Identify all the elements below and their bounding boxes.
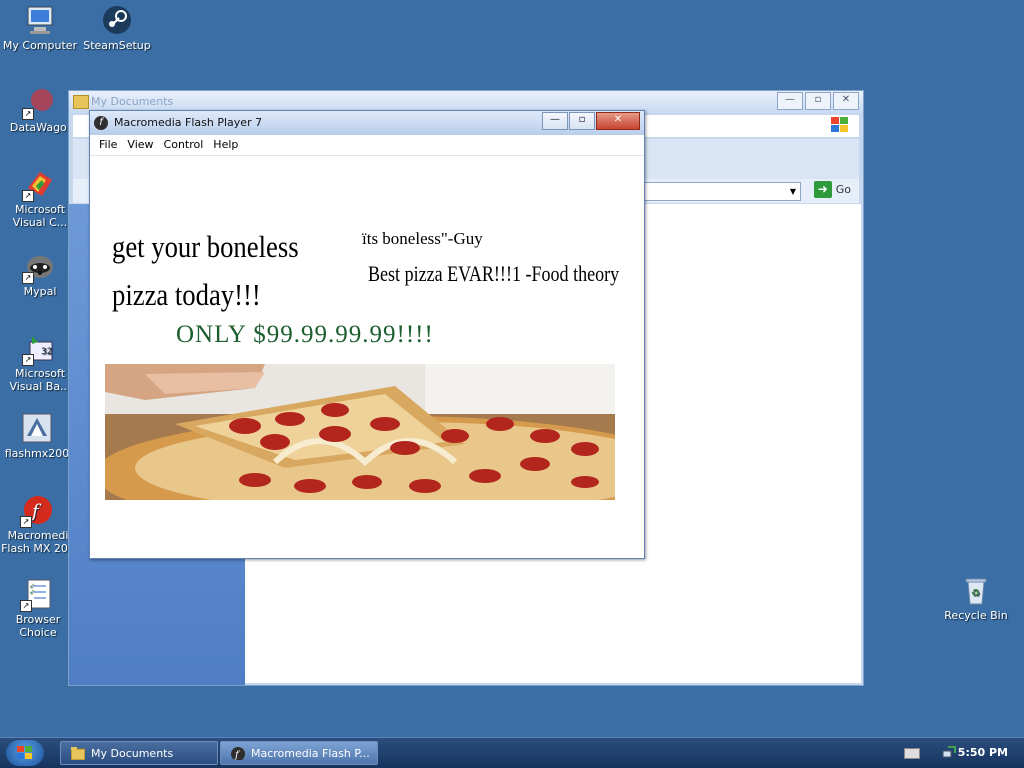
svg-text:♻: ♻ [971, 588, 980, 599]
visual-basic-icon: 32 ↗ [22, 332, 56, 366]
shortcut-arrow-icon: ↗ [22, 108, 34, 120]
desktop-icon-label: Mypal [23, 285, 57, 298]
go-button[interactable]: ➜ Go [813, 181, 851, 198]
desktop-icon-flash-mx[interactable]: f ↗ Macromedi Flash MX 200 [0, 494, 78, 555]
windows-logo-icon [17, 746, 32, 759]
headline: get your boneless pizza today!!! [112, 223, 318, 319]
close-button[interactable]: ✕ [596, 112, 640, 130]
desktop-icon-browser-choice[interactable]: ✓ ✓ ↗ Browser Choice [0, 578, 78, 639]
desktop-icon-label: SteamSetup [83, 39, 151, 52]
shortcut-arrow-icon: ↗ [20, 516, 32, 528]
minimize-button[interactable]: — [542, 112, 568, 130]
menu-view[interactable]: View [122, 135, 158, 155]
flashmx-icon [21, 412, 53, 444]
taskbar: My Documents f Macromedia Flash P... 5:5… [0, 737, 1024, 768]
flash-player-icon: f [94, 116, 108, 130]
network-icon[interactable] [942, 745, 956, 759]
desktop-icon-label: My Computer [2, 39, 78, 52]
flash-player-icon: f [231, 747, 245, 760]
pepperoni-pizza-image [105, 364, 615, 500]
menu-control[interactable]: Control [159, 135, 209, 155]
desktop-icon-label: flashmx200 [4, 447, 70, 460]
menu-help[interactable]: Help [208, 135, 243, 155]
taskbar-button-flash-player[interactable]: f Macromedia Flash P... [220, 741, 378, 765]
close-button[interactable]: ✕ [833, 92, 859, 110]
desktop-icon-my-computer[interactable]: My Computer [0, 4, 80, 52]
svg-text:32: 32 [41, 347, 52, 357]
headline-line-1: get your boneless [112, 229, 299, 264]
computer-icon [24, 4, 56, 36]
datawagon-icon: ↗ [22, 86, 56, 120]
go-label: Go [835, 183, 851, 196]
chevron-down-icon[interactable]: ▼ [786, 183, 800, 200]
desktop-icon-label: Microsoft Visual Ba... [9, 367, 71, 393]
desktop-icon-label: Recycle Bin [944, 609, 1008, 622]
flash-mx-icon: f ↗ [20, 494, 54, 528]
menu-file[interactable]: File [94, 135, 122, 155]
taskbar-button-my-documents[interactable]: My Documents [60, 741, 218, 765]
recycle-bin-icon: ♻ [960, 574, 992, 606]
taskbar-button-label: My Documents [91, 747, 174, 760]
maximize-button[interactable]: ▫ [569, 112, 595, 130]
desktop-icon-label: DataWago. [9, 121, 71, 134]
flash-player-window[interactable]: f Macromedia Flash Player 7 — ▫ ✕ File V… [89, 110, 645, 559]
quote-guy: ïts boneless"-Guy [362, 229, 483, 248]
desktop-icon-recycle-bin[interactable]: ♻ Recycle Bin [936, 574, 1016, 622]
browser-choice-icon: ✓ ✓ ↗ [20, 578, 54, 612]
shortcut-arrow-icon: ↗ [20, 600, 32, 612]
start-button[interactable] [6, 740, 44, 766]
taskbar-button-label: Macromedia Flash P... [251, 747, 370, 760]
desktop-icon-steamsetup[interactable]: SteamSetup [77, 4, 157, 52]
folder-icon [73, 95, 89, 109]
clock[interactable]: 5:50 PM [958, 738, 1008, 768]
flash-menubar: File View Control Help [90, 135, 644, 156]
keyboard-icon[interactable] [904, 748, 920, 759]
desktop-icon-label: Macromedi Flash MX 200 [1, 529, 75, 555]
my-documents-title: My Documents [91, 95, 174, 108]
shortcut-arrow-icon: ↗ [22, 272, 34, 284]
address-input[interactable]: ▼ [643, 182, 801, 201]
shortcut-arrow-icon: ↗ [22, 354, 34, 366]
headline-line-2: pizza today!!! [112, 277, 261, 312]
desktop-icon-label: Microsoft Visual C... [12, 203, 68, 229]
go-arrow-icon: ➜ [813, 181, 832, 198]
flash-stage[interactable]: get your boneless pizza today!!! ïts bon… [92, 157, 642, 556]
flash-title: Macromedia Flash Player 7 [114, 116, 263, 129]
windows-logo-icon [827, 115, 853, 135]
desktop-icon-flashmx200[interactable]: flashmx200 [0, 412, 77, 460]
folder-icon [71, 747, 85, 760]
visual-c-icon: ↗ [22, 168, 56, 202]
flash-titlebar[interactable]: f Macromedia Flash Player 7 — ▫ ✕ [90, 111, 644, 135]
minimize-button[interactable]: — [777, 92, 803, 110]
system-tray: 5:50 PM [884, 738, 1024, 768]
desktop-icon-label: Browser Choice [15, 613, 61, 639]
shortcut-arrow-icon: ↗ [22, 190, 34, 202]
svg-text:✓: ✓ [29, 588, 35, 596]
price-text: ONLY $99.99.99.99!!!! [176, 321, 434, 348]
mypal-icon: ↗ [22, 250, 56, 284]
steam-icon [101, 4, 133, 36]
quote-food-theory: Best pizza EVAR!!!1 -Food theory [368, 261, 620, 286]
maximize-button[interactable]: ▫ [805, 92, 831, 110]
